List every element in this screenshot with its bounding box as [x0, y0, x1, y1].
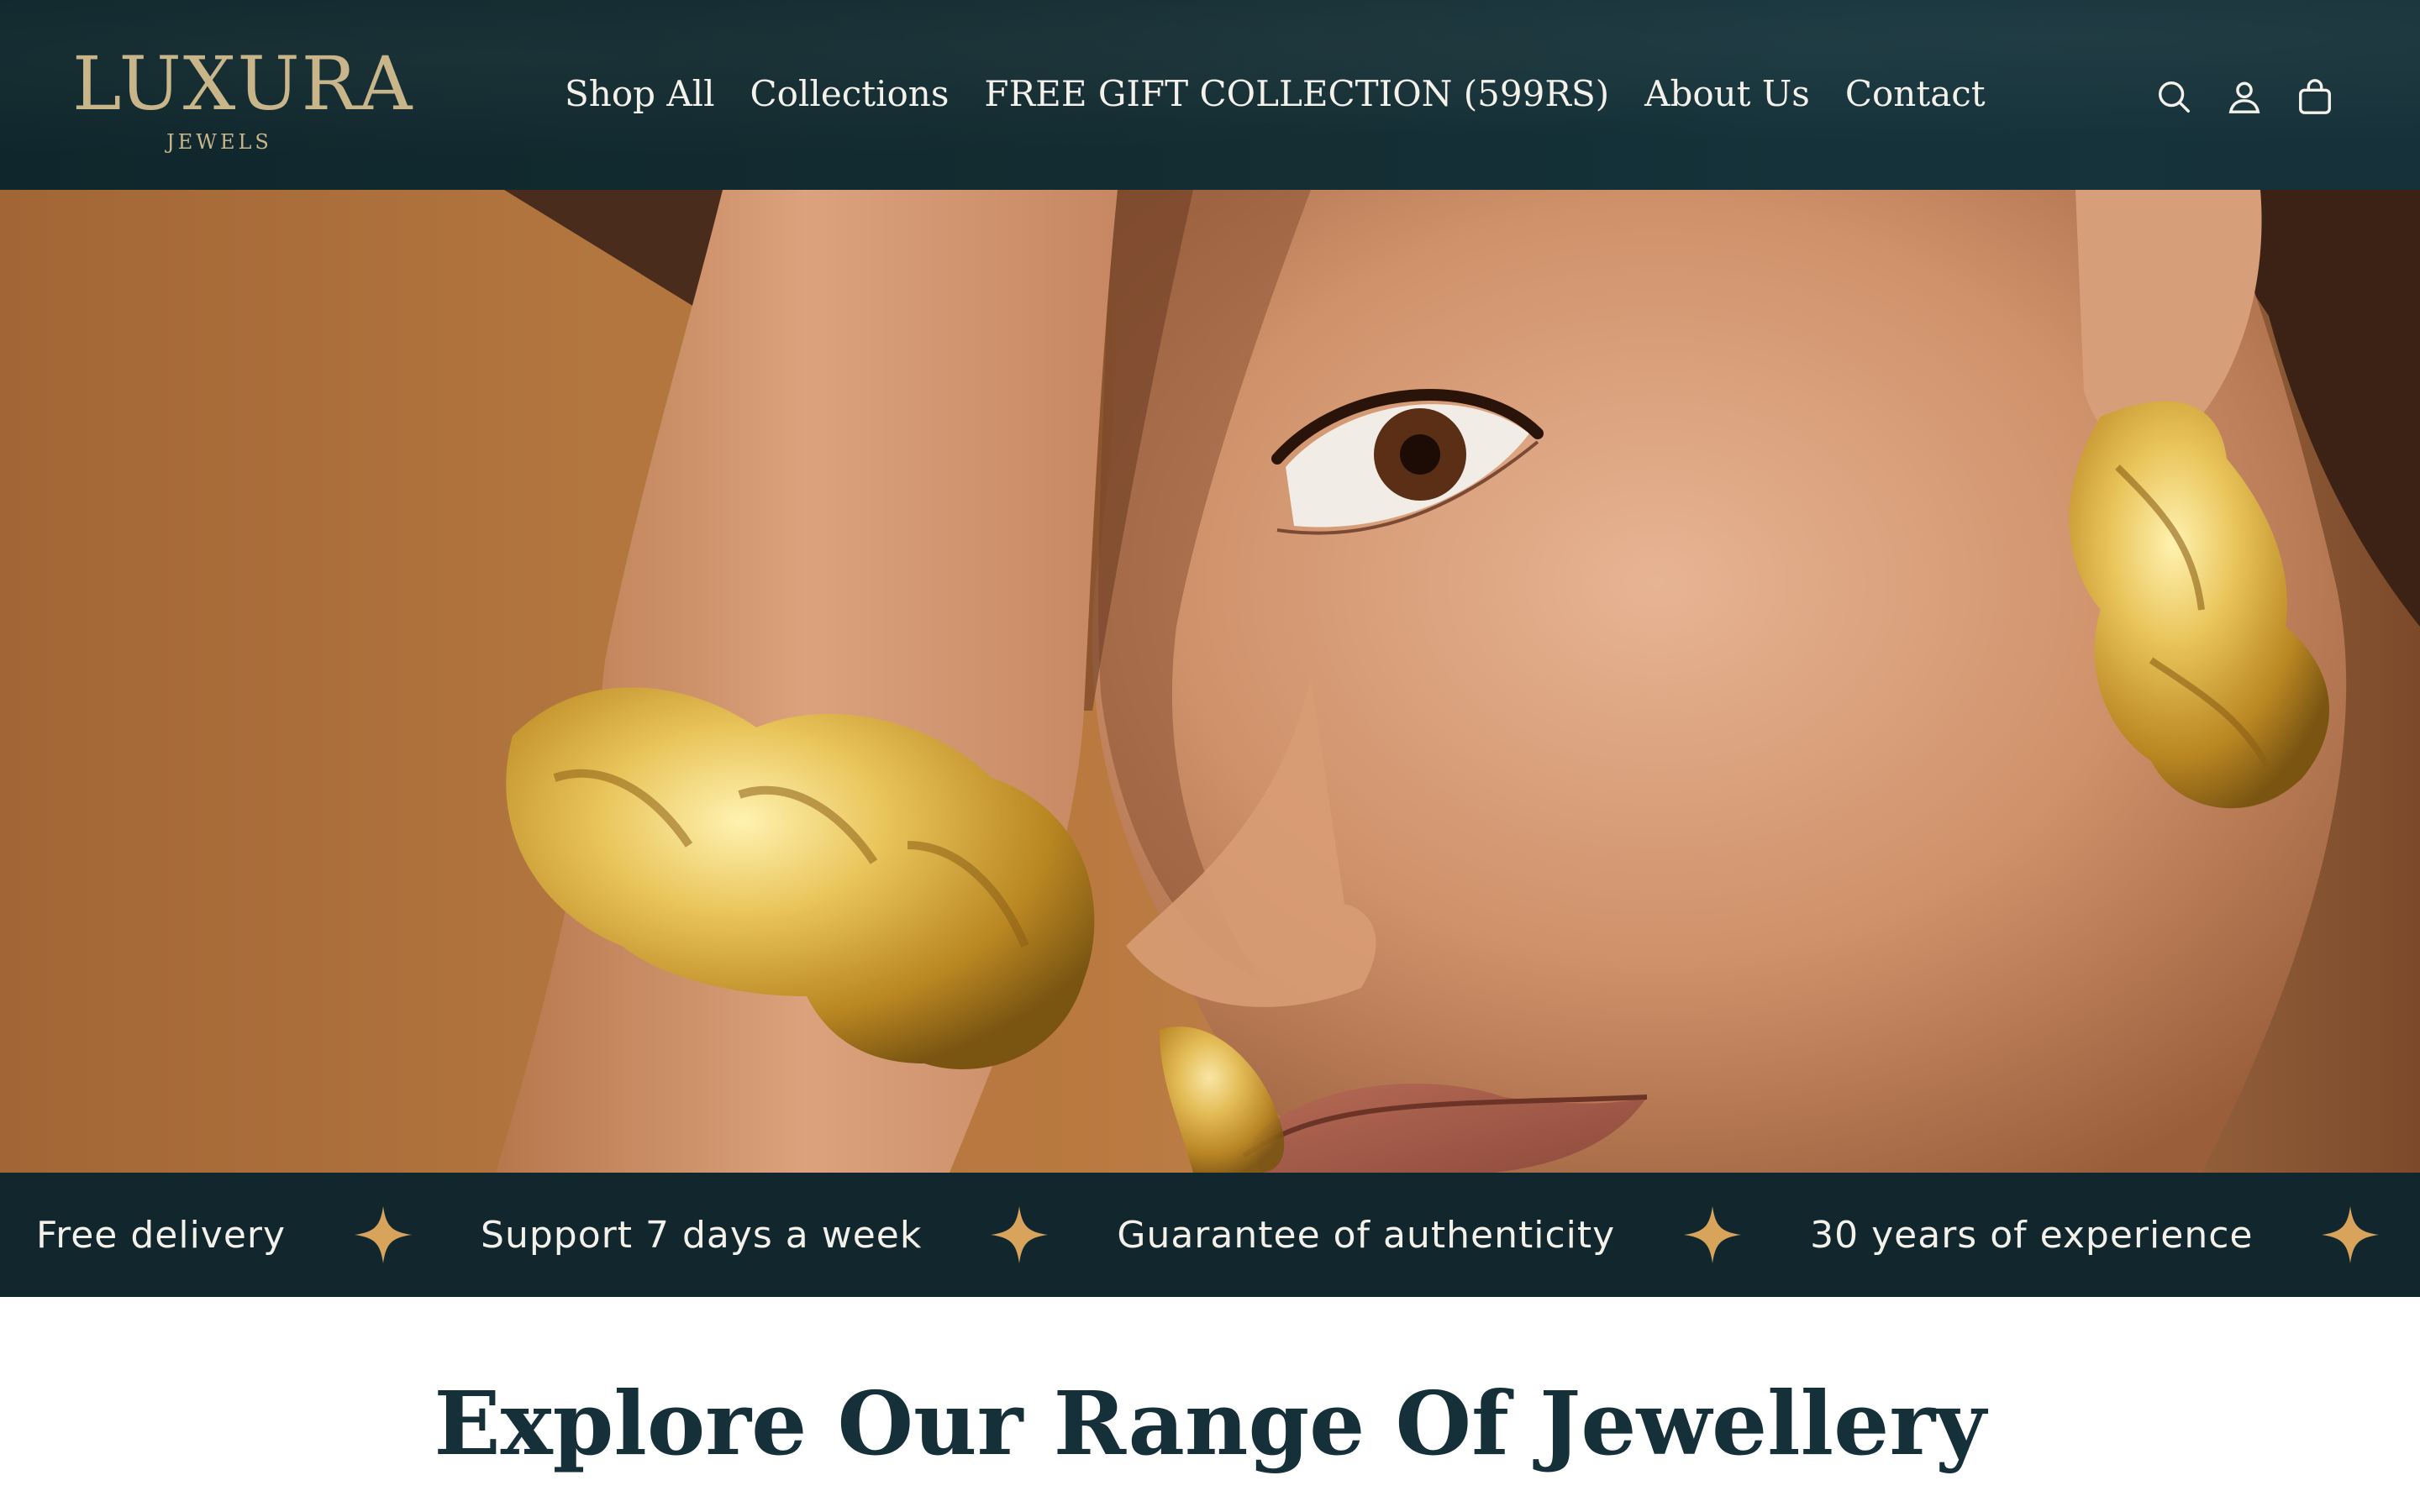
nav-shop-all[interactable]: Shop All [565, 67, 715, 121]
four-point-star-icon [355, 1206, 413, 1263]
section-title: Explore Our Range Of Jewellery [434, 1372, 1986, 1475]
four-point-star-icon [1684, 1206, 1742, 1263]
hero-banner[interactable] [0, 190, 2420, 1173]
main-nav: Shop All Collections FREE GIFT COLLECTIO… [565, 67, 1986, 121]
cart-icon[interactable] [2291, 72, 2339, 121]
brand-logo[interactable]: LUXURA JEWELS [72, 40, 414, 160]
features-marquee: Free delivery Support 7 days a week Guar… [0, 1173, 2420, 1297]
nav-collections[interactable]: Collections [750, 67, 950, 121]
brand-name: LUXURA [72, 40, 414, 127]
brand-tagline: JEWELS [166, 130, 272, 154]
marquee-item: 30 years of experience [1810, 1213, 2254, 1257]
four-point-star-icon [2322, 1206, 2380, 1263]
site-header: LUXURA JEWELS Shop All Collections FREE … [0, 0, 2420, 190]
hero-image [496, 190, 2420, 1173]
marquee-item: Guarantee of authenticity [1117, 1213, 1616, 1257]
nav-about-us[interactable]: About Us [1644, 67, 1810, 121]
nav-contact[interactable]: Contact [1845, 67, 1986, 121]
marquee-track: Free delivery Support 7 days a week Guar… [36, 1173, 2420, 1297]
four-point-star-icon [991, 1206, 1049, 1263]
account-icon[interactable] [2220, 72, 2269, 121]
nav-free-gift-collection[interactable]: FREE GIFT COLLECTION (599RS) [984, 67, 1609, 121]
search-icon[interactable] [2149, 72, 2198, 121]
header-icons [2128, 72, 2339, 121]
marquee-item: Free delivery [36, 1213, 287, 1257]
marquee-item: Support 7 days a week [481, 1213, 923, 1257]
